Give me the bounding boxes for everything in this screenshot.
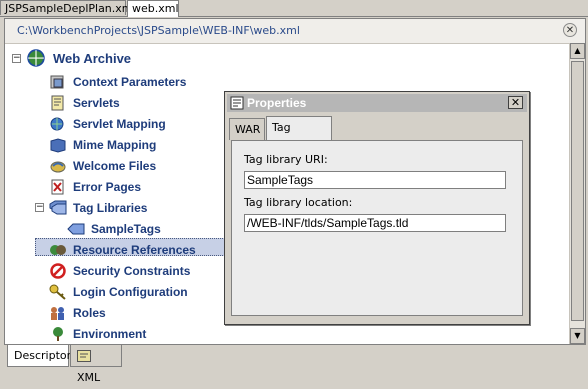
collapse-tag-libraries-icon[interactable]: − [35, 203, 44, 212]
servlets-icon [51, 95, 64, 111]
file-path: C:\WorkbenchProjects\JSPSample\WEB-INF\w… [17, 24, 300, 37]
tab-xml[interactable]: XML [70, 345, 122, 384]
tree-item-error-pages[interactable]: Error Pages [49, 177, 141, 197]
editor-tab-bar: JSPSampleDeplPlan.xml web.xml [0, 0, 588, 17]
scroll-up-icon[interactable]: ▲ [570, 43, 585, 59]
tree-item-servlet-mapping[interactable]: Servlet Mapping [49, 114, 166, 134]
welcome-files-icon [50, 161, 66, 173]
mime-mapping-icon [50, 138, 66, 153]
tree-label: Tag Libraries [73, 201, 148, 215]
tree-label: Roles [73, 306, 106, 320]
tree-item-web-archive[interactable]: Web Archive [25, 48, 131, 68]
tab-descriptor[interactable]: Descriptor [7, 345, 71, 367]
properties-dialog: Properties ✕ WAR Tag Library Tag library… [224, 91, 530, 325]
scroll-down-icon[interactable]: ▼ [570, 328, 585, 344]
xml-icon [77, 350, 91, 362]
tab-war[interactable]: WAR [229, 118, 265, 140]
scroll-thumb[interactable] [571, 61, 584, 321]
tree-label: Web Archive [53, 50, 132, 66]
tree-item-roles[interactable]: Roles [49, 303, 106, 323]
resource-references-icon [50, 245, 66, 255]
error-pages-icon [51, 179, 64, 195]
tab-tag-library[interactable]: Tag Library [266, 116, 332, 156]
tree-label: Welcome Files [73, 159, 157, 173]
tree-item-context-parameters[interactable]: Context Parameters [49, 72, 186, 92]
servlet-mapping-icon [50, 117, 64, 131]
tree-label: Error Pages [73, 180, 142, 194]
tree-label: Context Parameters [73, 75, 187, 89]
uri-label: Tag library URI: [244, 153, 328, 166]
tree-label: Mime Mapping [73, 138, 157, 152]
tree-item-tag-libraries[interactable]: Tag Libraries [49, 198, 147, 218]
tree-label: SampleTags [91, 222, 161, 236]
web-archive-icon [27, 49, 45, 67]
tree-item-servlets[interactable]: Servlets [49, 93, 120, 113]
security-constraints-icon [50, 263, 66, 279]
tree-label: Security Constraints [73, 264, 191, 278]
tree-item-environment[interactable]: Environment [49, 324, 146, 344]
tab-xml-label: XML [77, 371, 101, 384]
tree-item-login-configuration[interactable]: Login Configuration [49, 282, 188, 302]
roles-icon [51, 307, 64, 320]
properties-icon [230, 96, 244, 110]
view-tab-bar: Descriptor XML [0, 345, 588, 384]
tag-libraries-icon [49, 200, 67, 215]
environment-icon [53, 327, 63, 341]
tree-item-sampletags[interactable]: SampleTags [67, 219, 161, 239]
tag-icon [67, 223, 85, 235]
tree-label: Login Configuration [73, 285, 188, 299]
tab-jspsampledeplplan[interactable]: JSPSampleDeplPlan.xml [0, 0, 136, 15]
collapse-root-icon[interactable]: − [12, 54, 21, 63]
tree-label: Servlets [73, 96, 120, 110]
location-label: Tag library location: [244, 196, 353, 209]
context-parameters-icon [50, 75, 64, 89]
dialog-titlebar[interactable]: Properties ✕ [227, 94, 527, 112]
tag-library-panel: Tag library URI: SampleTags Tag library … [231, 140, 523, 316]
dialog-title: Properties [247, 96, 307, 110]
path-bar: C:\WorkbenchProjects\JSPSample\WEB-INF\w… [5, 19, 585, 44]
close-icon[interactable]: ✕ [508, 96, 523, 109]
uri-field[interactable]: SampleTags [244, 171, 506, 189]
tree-item-mime-mapping[interactable]: Mime Mapping [49, 135, 156, 155]
location-field[interactable]: /WEB-INF/tlds/SampleTags.tld [244, 214, 506, 232]
close-icon[interactable]: ✕ [563, 23, 577, 37]
tree-label: Resource References [73, 243, 196, 257]
tree-item-resource-references[interactable]: Resource References [49, 240, 196, 260]
tree-item-welcome-files[interactable]: Welcome Files [49, 156, 156, 176]
tree-label: Servlet Mapping [73, 117, 166, 131]
tree-label: Environment [73, 327, 147, 341]
vertical-scrollbar[interactable]: ▲ ▼ [569, 43, 585, 344]
tab-web-xml[interactable]: web.xml [127, 0, 179, 17]
tree-item-security-constraints[interactable]: Security Constraints [49, 261, 190, 281]
login-configuration-icon [49, 284, 66, 300]
